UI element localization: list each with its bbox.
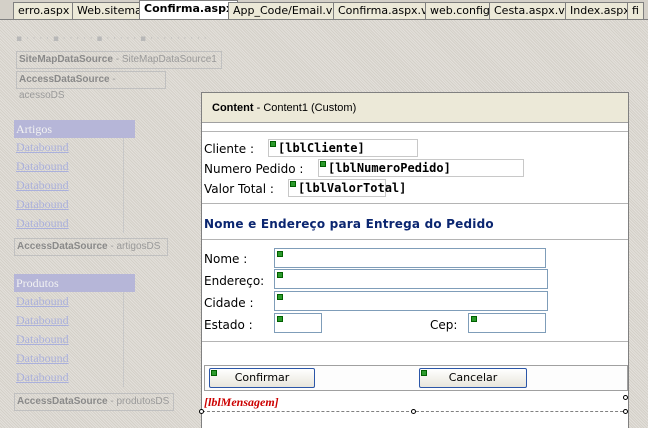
cliente-label: Cliente : (204, 142, 254, 156)
artigos-menu-item[interactable]: Databound (14, 157, 123, 176)
tab-confirma-aspx[interactable]: Confirma.aspx (139, 0, 239, 19)
estado-input[interactable] (274, 313, 322, 333)
produtos-menu-header: Produtos (14, 274, 135, 292)
sitemap-datasource-type: SiteMapDataSource (19, 54, 113, 65)
tab-confirma-aspx-vb[interactable]: Confirma.aspx.vb (333, 2, 440, 19)
valor-total-label: Valor Total : (204, 182, 274, 196)
smart-tag-icon (277, 272, 283, 278)
menu-placeholder-glyphs: ▪ · · · · ▪ · · · · · ▪ · · · · · ▪ · · … (16, 34, 208, 44)
acesso-datasource-type: AccessDataSource (19, 74, 110, 85)
produtos-datasource-type: AccessDataSource (17, 396, 108, 407)
artigos-datasource-id: artigosDS (116, 241, 161, 252)
lbl-numero-pedido[interactable]: [lblNumeroPedido] (318, 159, 524, 177)
produtos-datasource-control[interactable]: AccessDataSource - produtosDS (14, 393, 174, 411)
cancelar-button-label: Cancelar (448, 371, 498, 384)
confirmar-button-label: Confirmar (234, 371, 290, 384)
tab-web-config[interactable]: web.config (425, 2, 495, 19)
confirmar-button[interactable]: Confirmar (209, 368, 315, 388)
cep-label: Cep: (430, 318, 458, 332)
content-header: Content - Content1 (Custom) (202, 93, 628, 123)
smart-tag-icon (277, 316, 283, 322)
content-header-id: - Content1 (Custom) (253, 102, 357, 114)
smart-tag-icon (290, 181, 296, 187)
resize-handle[interactable] (411, 409, 416, 414)
smart-tag-icon (277, 294, 283, 300)
sitemap-datasource-id: SiteMapDataSource1 (121, 54, 217, 65)
estado-label: Estado : (204, 318, 253, 332)
cidade-input[interactable] (274, 291, 548, 311)
produtos-menu: Produtos Databound Databound Databound D… (14, 274, 135, 387)
menu-placeholder-row: ▪ · · · · ▪ · · · · · ▪ · · · · · ▪ · · … (16, 34, 316, 48)
nome-label: Nome : (204, 252, 248, 266)
content-placeholder[interactable]: Content - Content1 (Custom) Cliente : [l… (199, 92, 629, 428)
delivery-section-title: Nome e Endereço para Entrega do Pedido (204, 217, 494, 231)
lbl-mensagem[interactable]: [lblMensagem] (204, 395, 279, 410)
numero-pedido-label: Numero Pedido : (204, 162, 304, 176)
artigos-menu-item[interactable]: Databound (14, 214, 123, 233)
content-header-type: Content (212, 102, 254, 114)
nome-input[interactable] (274, 248, 546, 268)
produtos-menu-item[interactable]: Databound (14, 368, 123, 387)
artigos-menu-header: Artigos (14, 120, 135, 138)
divider (202, 341, 628, 342)
artigos-datasource-control[interactable]: AccessDataSource - artigosDS (14, 238, 168, 256)
resize-handle[interactable] (623, 395, 628, 400)
lbl-valor-total[interactable]: [lblValorTotal] (288, 179, 406, 197)
smart-tag-icon (421, 370, 427, 376)
divider (202, 131, 628, 132)
endereco-input[interactable] (274, 269, 548, 289)
smart-tag-icon (471, 316, 477, 322)
produtos-menu-item[interactable]: Databound (14, 311, 123, 330)
smart-tag-icon (320, 161, 326, 167)
lbl-cliente[interactable]: [lblCliente] (268, 139, 418, 157)
smart-tag-icon (211, 370, 217, 376)
produtos-menu-item[interactable]: Databound (14, 349, 123, 368)
divider (202, 203, 628, 204)
endereco-label: Endereço: (204, 274, 265, 288)
lbl-cliente-text: [lblCliente] (278, 141, 365, 155)
resize-handle[interactable] (623, 409, 628, 414)
produtos-menu-item[interactable]: Databound (14, 292, 123, 311)
sitemap-datasource-control[interactable]: SiteMapDataSource - SiteMapDataSource1 (16, 51, 222, 69)
buttons-row: Confirmar Cancelar (204, 365, 628, 391)
cidade-label: Cidade : (204, 296, 254, 310)
artigos-datasource-type: AccessDataSource (17, 241, 108, 252)
tab-index-aspx[interactable]: Index.aspx (565, 2, 635, 19)
artigos-menu-item[interactable]: Databound (14, 195, 123, 214)
divider (202, 239, 628, 240)
cep-input[interactable] (468, 313, 546, 333)
acesso-datasource-separator: - (112, 74, 116, 85)
acesso-datasource-control[interactable]: AccessDataSource - acessoDS (16, 71, 166, 101)
artigos-menu: Artigos Databound Databound Databound Da… (14, 120, 135, 233)
produtos-datasource-id: produtosDS (116, 396, 170, 407)
cancelar-button[interactable]: Cancelar (419, 368, 527, 388)
tab-cesta-aspx-vb[interactable]: Cesta.aspx.vb (489, 2, 577, 19)
tab-erro-aspx[interactable]: erro.aspx (13, 2, 75, 19)
resize-handle[interactable] (199, 409, 204, 414)
acesso-datasource-id: acessoDS (19, 90, 65, 101)
lbl-numero-pedido-text: [lblNumeroPedido] (328, 161, 451, 175)
smart-tag-icon (270, 141, 276, 147)
document-tabs: erro.aspx Web.sitemap Confirma.aspx App_… (0, 0, 648, 20)
tab-app-code-email-vb[interactable]: App_Code/Email.vb (228, 2, 345, 19)
smart-tag-icon (277, 251, 283, 257)
artigos-menu-item[interactable]: Databound (14, 138, 123, 157)
produtos-menu-item[interactable]: Databound (14, 330, 123, 349)
tab-overflow[interactable]: fi (627, 2, 644, 19)
artigos-menu-item[interactable]: Databound (14, 176, 123, 195)
lbl-valor-total-text: [lblValorTotal] (298, 181, 407, 195)
